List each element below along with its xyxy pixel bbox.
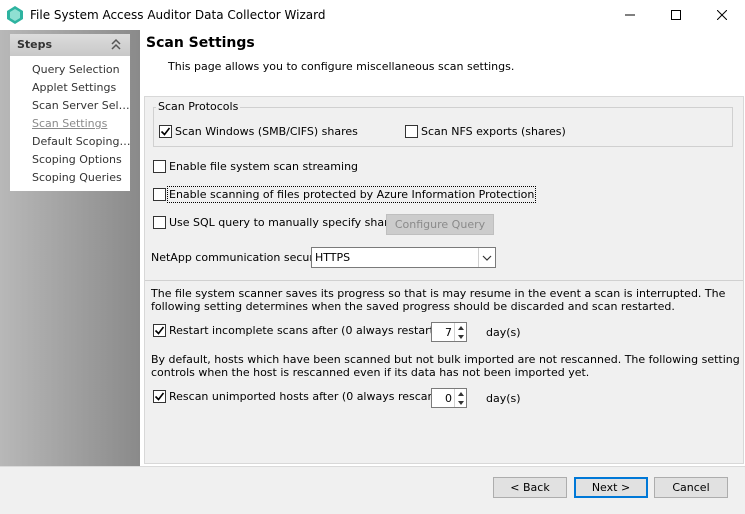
steps-title: Steps	[17, 38, 53, 51]
next-button[interactable]: Next >	[574, 477, 648, 498]
restart-checkbox-box[interactable]	[153, 324, 166, 337]
sidebar-step-item[interactable]: Scoping Options	[10, 151, 130, 169]
netapp-security-select[interactable]: HTTPS	[311, 247, 496, 268]
restart-stepper-buttons	[454, 323, 466, 341]
aip-checkbox-box[interactable]	[153, 188, 166, 201]
steps-panel: Steps Query Selection Applet Settings Scan…	[10, 34, 130, 191]
wizard-footer: < Back Next > Cancel	[0, 466, 745, 514]
restart-description: The file system scanner saves its progre…	[151, 287, 726, 313]
settings-panel: Scan Protocols Scan Windows (SMB/CIFS) s…	[144, 96, 744, 464]
restart-days-stepper[interactable]: 7	[431, 322, 467, 342]
stepper-down-icon[interactable]	[455, 398, 466, 407]
rescan-stepper-buttons	[454, 389, 466, 407]
nfs-checkbox-box[interactable]	[405, 125, 418, 138]
minimize-icon	[625, 14, 635, 16]
stepper-up-icon[interactable]	[455, 389, 466, 398]
stepper-down-icon[interactable]	[455, 332, 466, 341]
check-icon	[160, 127, 171, 136]
rescan-days-value: 0	[445, 392, 452, 405]
streaming-checkbox[interactable]: Enable file system scan streaming	[153, 160, 358, 173]
steps-list: Query Selection Applet Settings Scan Serve…	[10, 56, 130, 187]
check-icon	[154, 326, 165, 335]
collapse-icon[interactable]	[110, 38, 122, 52]
nfs-checkbox[interactable]: Scan NFS exports (shares)	[405, 125, 566, 138]
close-icon	[717, 10, 727, 20]
sidebar-step-item[interactable]: Default Scoping…	[10, 133, 130, 151]
restart-checkbox[interactable]: Restart incomplete scans after (0 always…	[153, 324, 448, 337]
smb-checkbox-box[interactable]	[159, 125, 172, 138]
main-panel: Scan Settings This page allows you to co…	[140, 30, 745, 466]
scan-protocols-group: Scan Protocols Scan Windows (SMB/CIFS) s…	[153, 100, 733, 147]
aip-label: Enable scanning of files protected by Az…	[166, 186, 537, 203]
close-button[interactable]	[699, 0, 745, 30]
restart-days-value: 7	[445, 326, 452, 339]
sidebar-step-item[interactable]: Scan Server Sel…	[10, 97, 130, 115]
streaming-label: Enable file system scan streaming	[169, 160, 359, 173]
rescan-checkbox[interactable]: Rescan unimported hosts after (0 always …	[153, 390, 443, 403]
steps-header[interactable]: Steps	[10, 34, 130, 56]
sidebar-step-item[interactable]: Applet Settings	[10, 79, 130, 97]
chevron-down-icon[interactable]	[478, 248, 495, 267]
window-title: File System Access Auditor Data Collecto…	[30, 8, 326, 22]
section-divider	[145, 280, 743, 281]
sql-label: Use SQL query to manually specify shares	[169, 216, 401, 229]
app-icon	[7, 6, 23, 24]
netapp-security-value: HTTPS	[315, 251, 351, 264]
restart-label: Restart incomplete scans after (0 always…	[169, 324, 448, 337]
sql-checkbox[interactable]: Use SQL query to manually specify shares	[153, 216, 401, 229]
rescan-days-stepper[interactable]: 0	[431, 388, 467, 408]
check-icon	[154, 392, 165, 401]
cancel-button[interactable]: Cancel	[654, 477, 728, 498]
page-title: Scan Settings	[146, 35, 255, 51]
sidebar-step-item[interactable]: Scan Settings	[10, 115, 130, 133]
streaming-checkbox-box[interactable]	[153, 160, 166, 173]
scan-protocols-legend: Scan Protocols	[156, 100, 241, 113]
minimize-button[interactable]	[607, 0, 653, 30]
maximize-button[interactable]	[653, 0, 699, 30]
smb-label: Scan Windows (SMB/CIFS) shares	[175, 125, 358, 138]
rescan-label: Rescan unimported hosts after (0 always …	[169, 390, 443, 403]
nfs-label: Scan NFS exports (shares)	[421, 125, 566, 138]
sidebar: Steps Query Selection Applet Settings Scan…	[0, 30, 140, 466]
smb-checkbox[interactable]: Scan Windows (SMB/CIFS) shares	[159, 125, 358, 138]
back-button[interactable]: < Back	[493, 477, 567, 498]
stepper-up-icon[interactable]	[455, 323, 466, 332]
netapp-security-label: NetApp communication security:	[151, 251, 331, 264]
maximize-icon	[671, 10, 681, 20]
sql-checkbox-box[interactable]	[153, 216, 166, 229]
rescan-description: By default, hosts which have been scanne…	[151, 353, 740, 379]
restart-unit: day(s)	[486, 326, 521, 339]
sidebar-step-item[interactable]: Scoping Queries	[10, 169, 130, 187]
rescan-checkbox-box[interactable]	[153, 390, 166, 403]
page-description: This page allows you to configure miscel…	[168, 60, 515, 73]
rescan-unit: day(s)	[486, 392, 521, 405]
sidebar-step-item[interactable]: Query Selection	[10, 61, 130, 79]
title-bar: File System Access Auditor Data Collecto…	[0, 0, 745, 30]
configure-query-button[interactable]: Configure Query	[386, 214, 494, 235]
aip-checkbox[interactable]: Enable scanning of files protected by Az…	[153, 186, 537, 203]
